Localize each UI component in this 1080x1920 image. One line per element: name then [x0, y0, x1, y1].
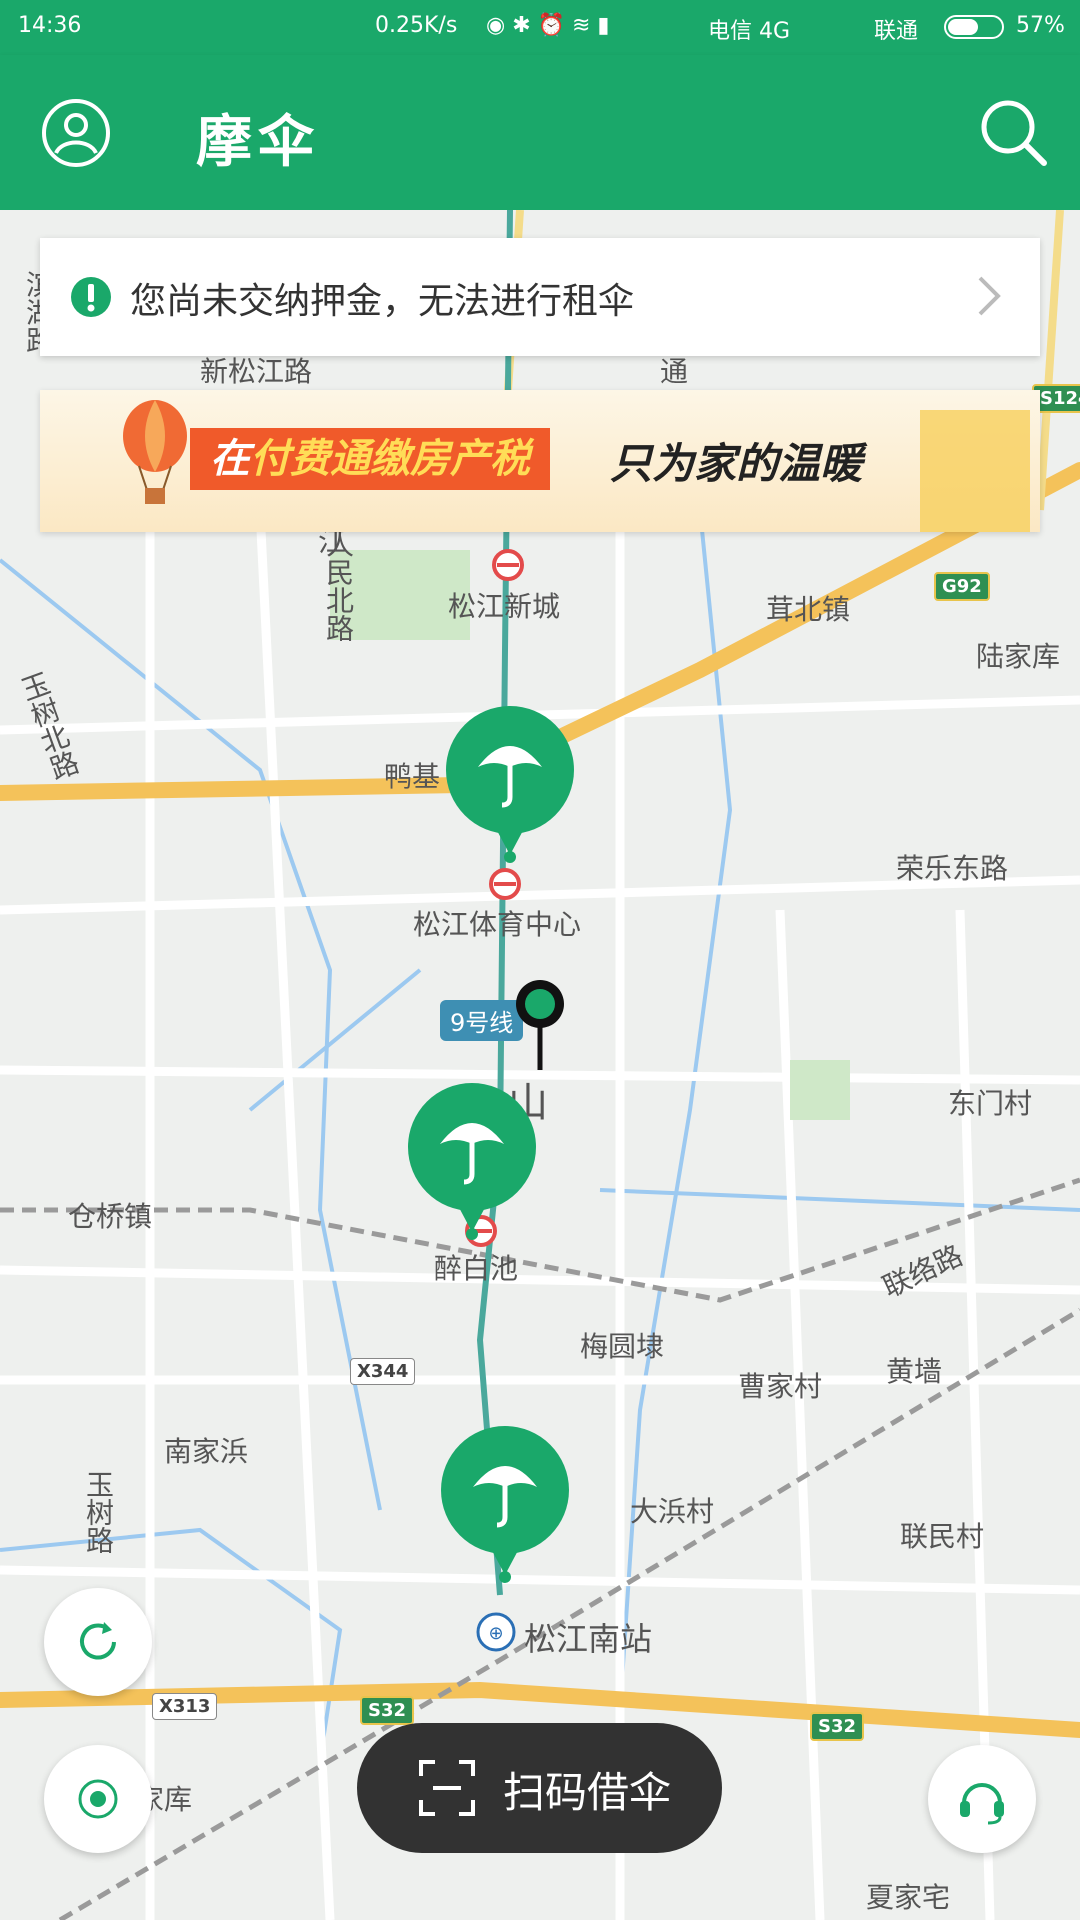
map-label: 联民村 [900, 1520, 985, 1553]
refresh-icon [74, 1618, 122, 1670]
map-label: 黄墙 [886, 1355, 943, 1388]
umbrella-marker[interactable] [440, 1425, 570, 1585]
map-label: 松江新城 [448, 590, 561, 623]
status-battery: 57% [1016, 13, 1065, 38]
road-shield: G92 [934, 572, 990, 601]
road-shield: X313 [152, 1693, 218, 1720]
battery-icon [944, 14, 1008, 46]
banner-right: 只为家的温暖 [610, 439, 863, 488]
map-label: 东门村 [948, 1087, 1033, 1120]
status-carrier2: 联通 [874, 19, 919, 44]
support-button[interactable] [928, 1745, 1036, 1853]
map-label: 茸北镇 [766, 593, 851, 626]
map-label: 南家浜 [164, 1435, 249, 1468]
scan-icon [419, 1760, 475, 1820]
status-icons: ◉ ✱ ⏰ ≋ ▮ [486, 13, 610, 38]
status-net-speed: 0.25K/s [375, 13, 458, 38]
map-label: 仓桥镇 [68, 1200, 153, 1233]
map-label: 鸭基 [384, 760, 441, 793]
ad-banner[interactable]: 在付费通缴房产税 只为家的温暖 [40, 390, 1040, 532]
app-bar: 摩伞 [0, 55, 1080, 210]
map-label: 松江体育中心 [413, 908, 582, 941]
road-shield: S32 [810, 1712, 865, 1741]
refresh-button[interactable] [44, 1588, 152, 1696]
road-shield: X344 [350, 1358, 416, 1385]
chevron-right-icon [974, 272, 1004, 324]
notice-text: 您尚未交纳押金，无法进行租伞 [130, 281, 635, 322]
status-carrier1: 电信 4G [708, 19, 791, 44]
map-label: 梅圆埭 [580, 1330, 665, 1363]
building-illustration [920, 410, 1030, 532]
deposit-notice[interactable]: 您尚未交纳押金，无法进行租伞 [40, 238, 1040, 356]
svg-text:⊕: ⊕ [488, 1623, 503, 1644]
map-label: 夏家宅 [866, 1881, 951, 1914]
exclamation-icon [70, 276, 112, 322]
headset-icon [954, 1771, 1010, 1831]
map-label: 大浜村 [630, 1495, 715, 1528]
map-label: 荣乐东路 [896, 852, 1009, 885]
banner-prefix: 在 [210, 436, 250, 482]
umbrella-marker[interactable] [445, 705, 575, 865]
scan-borrow-button[interactable]: 扫码借伞 [357, 1723, 722, 1853]
locate-button[interactable] [44, 1745, 152, 1853]
balloon-icon [115, 398, 195, 512]
search-icon[interactable] [978, 97, 1050, 173]
status-bar: 14:36 0.25K/s ◉ ✱ ⏰ ≋ ▮ 电信 4G 联通 57% [0, 0, 1080, 55]
map-label: 通 [660, 355, 689, 388]
user-circle-icon[interactable] [40, 97, 112, 173]
map-label: 玉树路 [82, 1470, 115, 1554]
map-label: 醉白池 [434, 1252, 519, 1285]
map-label: 松江南站 [524, 1620, 653, 1658]
banner-left: 在付费通缴房产税 [190, 428, 550, 490]
app-title: 摩伞 [196, 110, 320, 175]
map-label: 陆家库 [976, 640, 1061, 673]
umbrella-marker[interactable] [407, 1082, 537, 1242]
map-label: 新松江路 [200, 355, 313, 388]
banner-highlight: 付费通缴房产税 [250, 436, 530, 482]
status-time: 14:36 [18, 13, 82, 38]
road-shield: S32 [360, 1696, 415, 1725]
locate-icon [72, 1773, 124, 1829]
map-label: 曹家村 [738, 1370, 823, 1403]
scan-label: 扫码借伞 [503, 1768, 672, 1817]
